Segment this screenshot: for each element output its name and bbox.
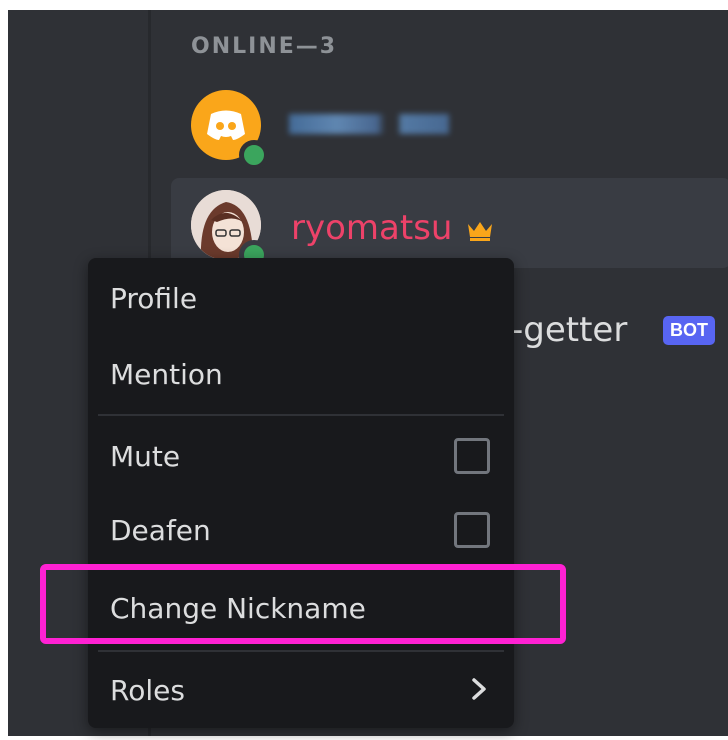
menu-item-label: Mention [110, 358, 223, 391]
chevron-right-icon [464, 674, 494, 704]
online-status-icon [239, 140, 269, 170]
crown-icon [467, 218, 493, 249]
mute-checkbox[interactable] [454, 438, 490, 474]
context-menu: Profile Mention Mute Deafen Change Nickn… [88, 258, 514, 728]
redacted-username [289, 114, 449, 134]
menu-item-label: Profile [110, 282, 198, 315]
menu-item-mention[interactable]: Mention [88, 340, 514, 408]
menu-item-label: Mute [110, 440, 181, 473]
member-item[interactable] [171, 78, 728, 170]
member-item-ryomatsu[interactable]: ryomatsu [171, 178, 728, 270]
menu-item-label: Deafen [110, 514, 211, 547]
menu-item-profile[interactable]: Profile [88, 264, 514, 332]
deafen-checkbox[interactable] [454, 512, 490, 548]
menu-item-mute[interactable]: Mute [88, 422, 514, 490]
menu-item-deafen[interactable]: Deafen [88, 496, 514, 564]
online-section-header: ONLINE—3 [191, 34, 338, 59]
menu-item-label: Roles [110, 674, 185, 707]
member-name: ryomatsu [291, 208, 453, 248]
highlight-annotation [40, 564, 566, 644]
member-name: -getter [511, 310, 628, 350]
menu-item-roles[interactable]: Roles [88, 656, 514, 724]
menu-separator [98, 414, 504, 416]
bot-badge: BOT [663, 316, 715, 345]
menu-separator [98, 650, 504, 652]
